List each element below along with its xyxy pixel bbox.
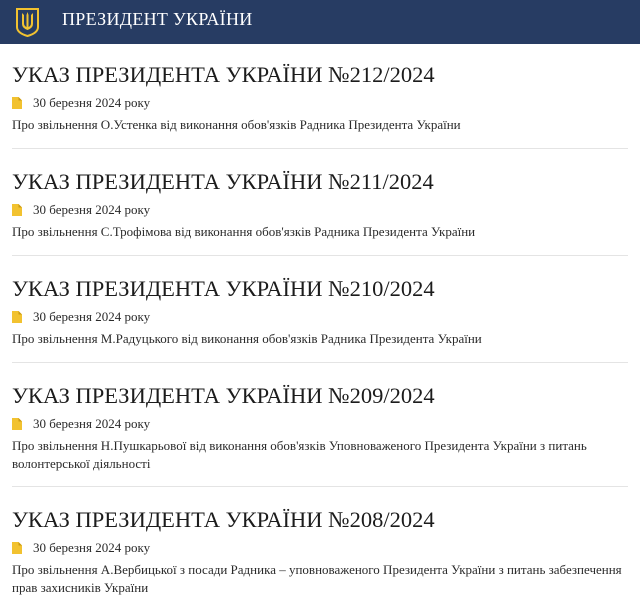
date-row: 30 березня 2024 року xyxy=(12,540,150,556)
decree-description: Про звільнення М.Радуцького від виконанн… xyxy=(12,331,482,346)
divider xyxy=(12,148,628,149)
document-icon xyxy=(12,418,22,430)
date-row: 30 березня 2024 року xyxy=(12,309,150,325)
site-title[interactable]: ПРЕЗИДЕНТ УКРАЇНИ xyxy=(62,9,253,30)
document-icon xyxy=(12,97,22,109)
date-row: 30 березня 2024 року xyxy=(12,95,150,111)
decree-title-link[interactable]: УКАЗ ПРЕЗИДЕНТА УКРАЇНИ №212/2024 xyxy=(12,62,435,88)
decree-date: 30 березня 2024 року xyxy=(33,95,151,110)
document-icon xyxy=(12,311,22,323)
date-row: 30 березня 2024 року xyxy=(12,202,150,218)
divider xyxy=(12,362,628,363)
document-icon xyxy=(12,542,22,554)
site-header: ПРЕЗИДЕНТ УКРАЇНИ xyxy=(0,0,640,44)
decree-date: 30 березня 2024 року xyxy=(33,202,151,217)
decree-description: Про звільнення Н.Пушкарьової від виконан… xyxy=(12,438,587,471)
decree-date: 30 березня 2024 року xyxy=(33,416,151,431)
divider xyxy=(12,486,628,487)
date-row: 30 березня 2024 року xyxy=(12,416,150,432)
decree-title-link[interactable]: УКАЗ ПРЕЗИДЕНТА УКРАЇНИ №210/2024 xyxy=(12,276,435,302)
decree-date: 30 березня 2024 року xyxy=(33,309,151,324)
decree-date: 30 березня 2024 року xyxy=(33,540,151,555)
decree-title-link[interactable]: УКАЗ ПРЕЗИДЕНТА УКРАЇНИ №209/2024 xyxy=(12,383,435,409)
divider xyxy=(12,255,628,256)
decree-title-link[interactable]: УКАЗ ПРЕЗИДЕНТА УКРАЇНИ №211/2024 xyxy=(12,169,434,195)
decree-title-link[interactable]: УКАЗ ПРЕЗИДЕНТА УКРАЇНИ №208/2024 xyxy=(12,507,435,533)
decree-description: Про звільнення С.Трофімова від виконання… xyxy=(12,224,476,239)
decree-description: Про звільнення О.Устенка від виконання о… xyxy=(12,117,461,132)
document-icon xyxy=(12,204,22,216)
decree-description: Про звільнення А.Вербицької з посади Рад… xyxy=(12,562,622,595)
trident-coat-of-arms-icon[interactable] xyxy=(15,7,40,37)
